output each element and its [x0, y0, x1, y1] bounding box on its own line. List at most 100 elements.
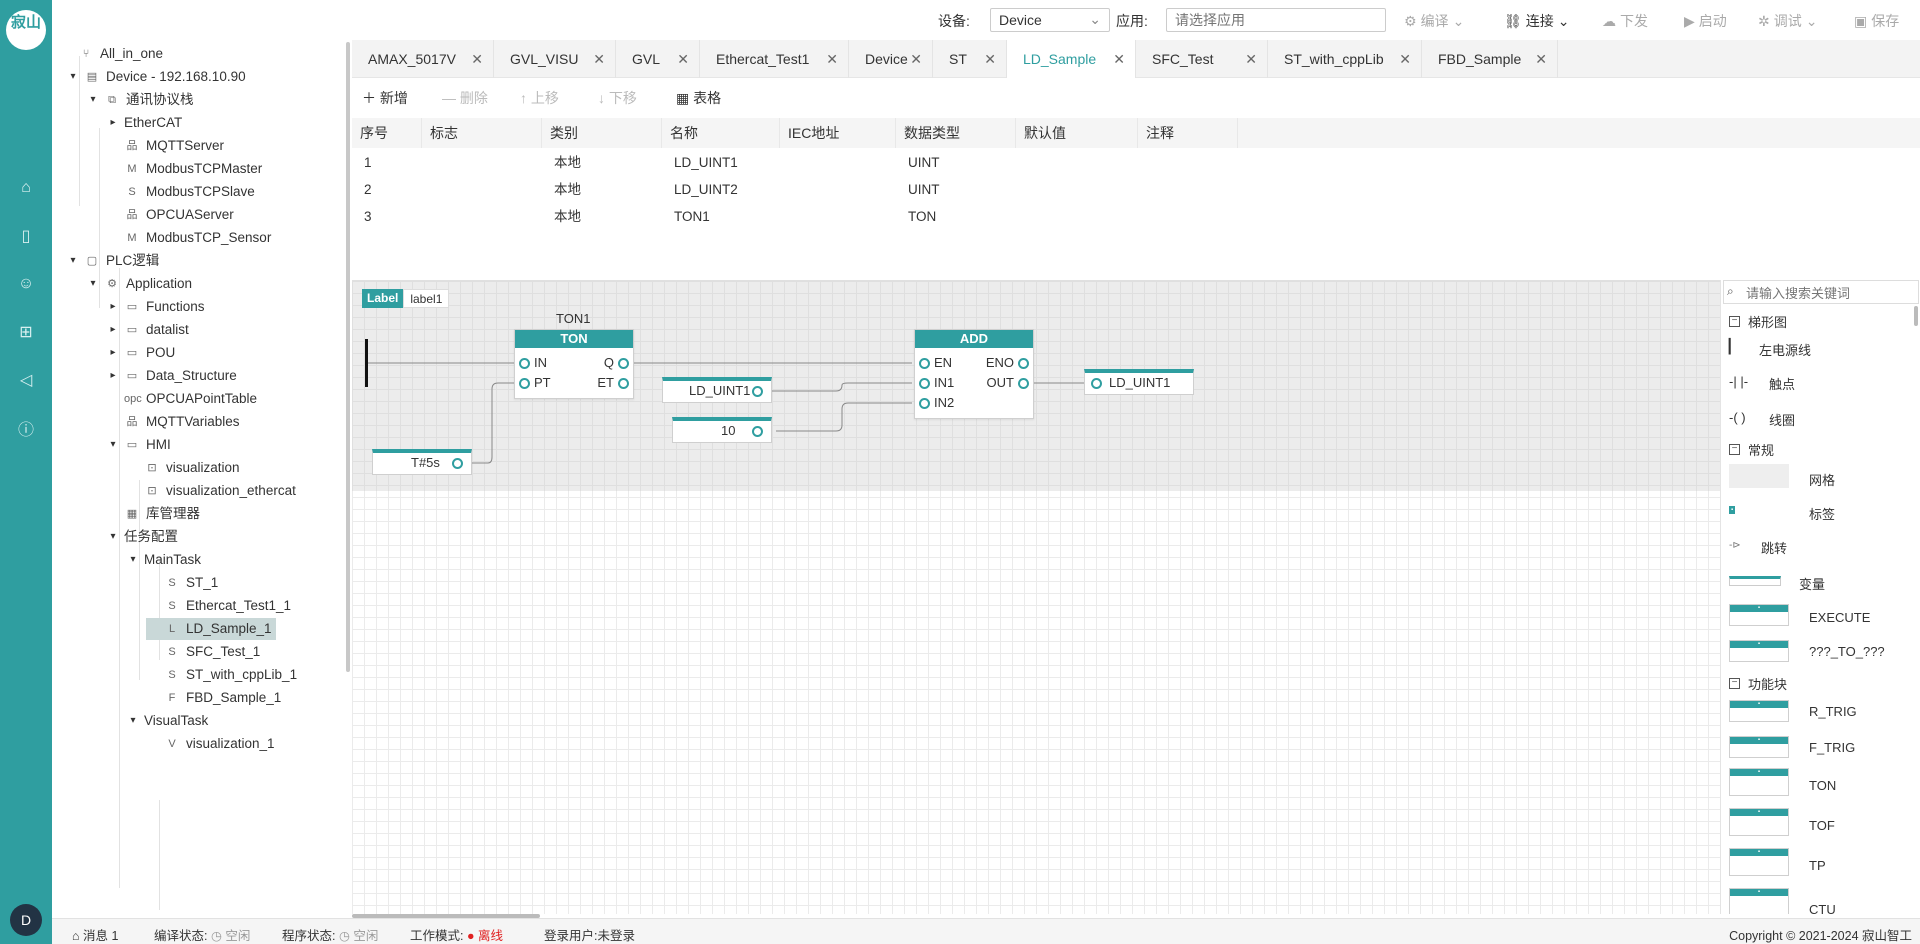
ton-pt-pin[interactable]: PT — [519, 375, 551, 391]
tab-sfc-test[interactable]: SFC_Test ✕ — [1136, 40, 1268, 78]
group-function-blocks[interactable]: − 功能块 — [1729, 674, 1787, 693]
table-cell[interactable]: 本地 — [554, 204, 581, 230]
table-button[interactable]: ▦ 表格 — [676, 88, 721, 108]
tree-scrollbar[interactable] — [346, 42, 350, 672]
tree-node[interactable]: ▾ ⚙ Application — [86, 273, 192, 295]
table-cell[interactable]: 2 — [364, 177, 372, 203]
close-icon[interactable]: ✕ — [677, 40, 689, 78]
out-variable[interactable]: LD_UINT1 — [1084, 369, 1194, 395]
tree-node[interactable]: ▾ ▤ Device - 192.168.10.90 — [66, 66, 245, 88]
palette-scrollbar[interactable] — [1914, 306, 1918, 326]
palette-coil[interactable]: 线圈 — [1769, 410, 1795, 429]
tree-node[interactable]: ▸ ▭ Functions — [106, 296, 204, 318]
caret-icon[interactable]: ▸ — [106, 342, 120, 364]
column-header[interactable]: 数据类型 — [896, 118, 1016, 148]
tree-node[interactable]: ▾ ⧉ 通讯协议栈 — [86, 89, 193, 111]
help-icon[interactable]: ⓘ — [14, 416, 38, 440]
column-header[interactable]: 默认值 — [1016, 118, 1138, 148]
caret-icon[interactable]: ▾ — [106, 434, 120, 456]
tree-node[interactable]: M ModbusTCPMaster — [106, 158, 262, 180]
tree-node[interactable]: ⊡ visualization_ethercat — [126, 480, 295, 502]
column-header[interactable]: 类别 — [542, 118, 662, 148]
column-header[interactable]: IEC地址 — [780, 118, 896, 148]
tree-node[interactable]: S ST_with_cppLib_1 — [146, 664, 297, 686]
table-cell[interactable]: TON1 — [674, 204, 710, 230]
tab-ethercat-test1[interactable]: Ethercat_Test1 ✕ — [700, 40, 849, 78]
tab-device[interactable]: Device ✕ — [849, 40, 933, 78]
add-out-pin[interactable]: OUT — [987, 375, 1029, 391]
tree-node[interactable]: ▾ VisualTask — [126, 710, 208, 732]
tab-st-with-cpplib[interactable]: ST_with_cppLib ✕ — [1268, 40, 1422, 78]
users-icon[interactable]: ☺ — [14, 272, 38, 296]
close-icon[interactable]: ✕ — [593, 40, 605, 78]
group-common[interactable]: − 常规 — [1729, 440, 1774, 459]
table-cell[interactable]: LD_UINT2 — [674, 177, 738, 203]
column-header[interactable]: 名称 — [662, 118, 780, 148]
book-icon[interactable]: ▯ — [14, 224, 38, 248]
table-cell[interactable]: LD_UINT1 — [674, 150, 738, 176]
save-button[interactable]: ▣ 保存 — [1854, 11, 1899, 31]
avatar[interactable]: D — [10, 904, 42, 936]
close-icon[interactable]: ✕ — [1399, 40, 1411, 78]
ton-et-pin[interactable]: ET — [597, 375, 629, 391]
device-select[interactable]: Device ⌄ — [990, 8, 1110, 32]
caret-icon[interactable]: ▸ — [106, 319, 120, 341]
column-header[interactable]: 标志 — [422, 118, 542, 148]
tree-node[interactable]: ▸ ▭ datalist — [106, 319, 188, 341]
add-in2-pin[interactable]: IN2 — [919, 395, 954, 411]
tree-node[interactable]: ▾ ▭ HMI — [106, 434, 170, 456]
messages-indicator[interactable]: ⌂ 消息 1 — [72, 925, 118, 944]
tree-node[interactable]: ⑂ All_in_one — [60, 43, 163, 65]
add-eno-pin[interactable]: ENO — [986, 355, 1029, 371]
palette-tof[interactable]: TOF — [1809, 818, 1835, 833]
palette-contact[interactable]: 触点 — [1769, 374, 1795, 393]
caret-icon[interactable]: ▾ — [86, 273, 100, 295]
tree-node[interactable]: S Ethercat_Test1_1 — [146, 595, 291, 617]
app-input[interactable] — [1166, 8, 1386, 32]
palette-r-trig[interactable]: R_TRIG — [1809, 704, 1857, 719]
tab-st[interactable]: ST ✕ — [933, 40, 1007, 78]
connect-button[interactable]: ⛓ 连接 ⌄ — [1504, 11, 1570, 31]
close-icon[interactable]: ✕ — [984, 40, 996, 78]
caret-icon[interactable]: ▸ — [106, 112, 120, 134]
tab-amax-5017v[interactable]: AMAX_5017V ✕ — [352, 40, 494, 78]
table-cell[interactable]: UINT — [908, 150, 940, 176]
caret-icon[interactable]: ▾ — [126, 710, 140, 732]
tree-node[interactable]: ▦ 库管理器 — [106, 503, 200, 525]
caret-icon[interactable]: ▸ — [106, 296, 120, 318]
ladder-canvas[interactable]: Label label1 TON1 TON IN PT Q ET T#5s LD… — [352, 280, 1720, 914]
add-en-pin[interactable]: EN — [919, 355, 952, 371]
close-icon[interactable]: ✕ — [910, 40, 922, 78]
org-icon[interactable]: ⊞ — [14, 320, 38, 344]
palette-tp[interactable]: TP — [1809, 858, 1826, 873]
close-icon[interactable]: ✕ — [826, 40, 838, 78]
table-row[interactable]: 1 本地 LD_UINT1 UINT — [352, 150, 1920, 176]
tree-node[interactable]: F FBD_Sample_1 — [146, 687, 282, 709]
close-icon[interactable]: ✕ — [1245, 40, 1257, 78]
caret-icon[interactable]: ▾ — [106, 526, 120, 548]
tree-node[interactable]: ▸ ▭ POU — [106, 342, 175, 364]
caret-icon[interactable]: ▾ — [66, 66, 80, 88]
table-cell[interactable]: 本地 — [554, 177, 581, 203]
tree-node[interactable]: 品 MQTTServer — [106, 135, 225, 157]
home-icon[interactable]: ⌂ — [14, 176, 38, 200]
table-row[interactable]: 3 本地 TON1 TON — [352, 204, 1920, 230]
tab-gvl-visu[interactable]: GVL_VISU ✕ — [494, 40, 616, 78]
palette-label[interactable]: 标签 — [1809, 504, 1835, 523]
compile-button[interactable]: ⚙ 编译 ⌄ — [1404, 11, 1464, 31]
group-ladder[interactable]: − 梯形图 — [1729, 312, 1787, 331]
megaphone-icon[interactable]: ◁ — [14, 368, 38, 392]
caret-icon[interactable]: ▸ — [106, 365, 120, 387]
ton-q-pin[interactable]: Q — [604, 355, 629, 371]
palette-convert[interactable]: ???_TO_??? — [1809, 644, 1885, 659]
debug-button[interactable]: ✲ 调试 ⌄ — [1758, 11, 1817, 31]
add-button[interactable]: ＋ 新增 — [362, 88, 408, 108]
tree-node[interactable]: ▾ ▢ PLC逻辑 — [66, 250, 159, 272]
tree-node[interactable]: ▸ ▭ Data_Structure — [106, 365, 236, 387]
tree-node[interactable]: opc OPCUAPointTable — [106, 388, 257, 410]
palette-ctu[interactable]: CTU — [1809, 902, 1836, 914]
tab-fbd-sample[interactable]: FBD_Sample ✕ — [1422, 40, 1558, 78]
close-icon[interactable]: ✕ — [471, 40, 483, 78]
add-in1-pin[interactable]: IN1 — [919, 375, 954, 391]
start-button[interactable]: ▶ 启动 — [1684, 11, 1727, 31]
